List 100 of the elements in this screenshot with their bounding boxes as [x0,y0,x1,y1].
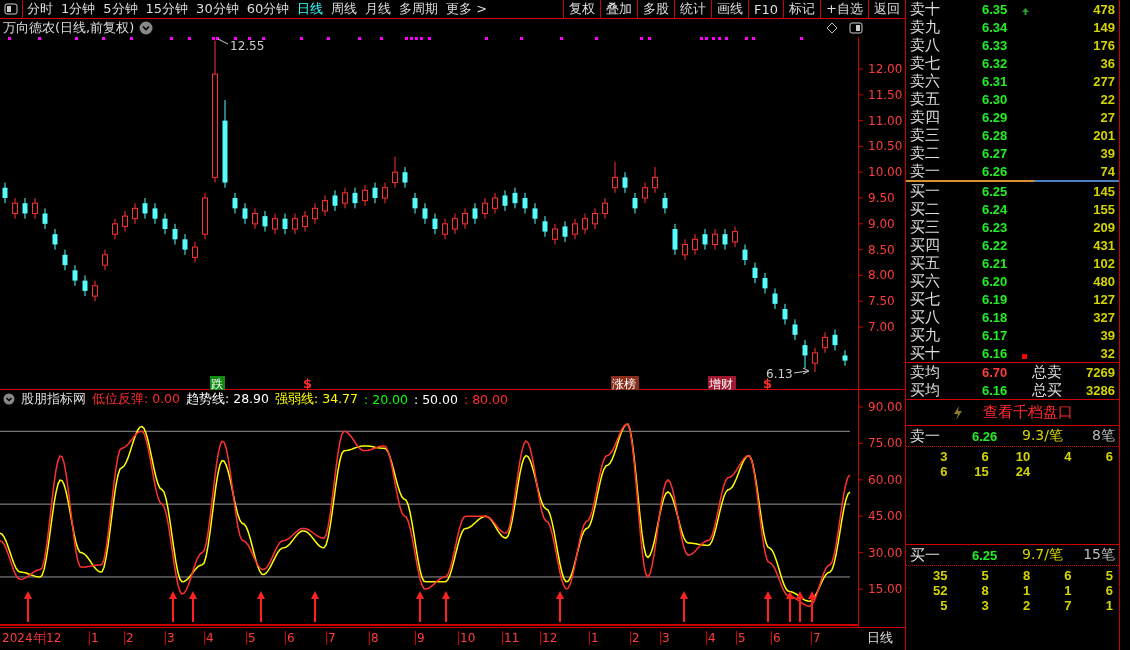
lightning-icon [952,405,963,420]
period-tab[interactable]: 多周期 [395,0,443,18]
period-tab[interactable]: 周线 [327,0,362,18]
candlestick [722,228,728,251]
candlestick [382,182,388,204]
level-label: 买六 [910,272,941,291]
dropdown-icon[interactable] [139,21,154,35]
level-label: 买二 [910,200,941,219]
toolbar-button[interactable]: F10 [748,0,784,18]
candlestick [312,202,318,225]
period-tab[interactable]: 分时 [23,0,57,18]
diamond-icon[interactable] [826,22,838,34]
candlestick [272,213,278,235]
candlestick [232,192,238,215]
candlestick [792,318,798,341]
candlestick [132,202,138,225]
date-label: 2 [630,631,640,645]
order-size: 52 [931,583,948,598]
legend-item: 趋势线: 28.90 [186,390,269,408]
candlestick [632,192,638,215]
level-label: 卖九 [910,18,941,37]
signal-tag: 涨榜 [611,376,639,390]
candlestick [342,187,348,209]
candlestick [62,249,68,271]
candlestick [472,202,478,225]
toolbar-button[interactable]: 叠加 [600,0,638,18]
signal-tag: 跌 [210,376,225,390]
date-label: 3 [165,631,175,645]
order-size: 15 [973,464,989,479]
indicator-axis-label: 75.00 [868,436,903,451]
candlestick [822,331,828,354]
level-label: 卖三 [910,126,941,145]
order-size: 3 [980,598,989,613]
volume-value: 39 [1099,146,1115,161]
candlestick [32,197,38,220]
toolbar-button[interactable]: 标记 [783,0,821,18]
price-value: 6.32 [982,56,1009,71]
candlestick [122,210,128,233]
candlestick [412,192,418,215]
candlestick [172,223,178,245]
candlestick [352,187,358,209]
date-label: 7 [326,631,336,645]
period-tab[interactable]: 60分钟 [242,0,294,18]
candlestick [422,202,428,225]
volume-value: 209 [1092,220,1115,235]
date-label: 5 [736,631,746,645]
dropdown-icon[interactable] [3,393,15,405]
candlestick [492,192,498,215]
date-label: 2 [124,631,134,645]
toolbar-button[interactable]: 多股 [637,0,675,18]
volume-value: 480 [1092,274,1115,289]
candlestick [372,182,378,204]
queue-label: 买一 [910,545,941,565]
candlestick [772,287,778,310]
toolbar-button[interactable]: 返回 [868,0,905,18]
period-tab[interactable]: 月线 [361,0,396,18]
average-order: 9.3/笔 [1022,427,1064,445]
toolbar-button[interactable]: 统计 [674,0,712,18]
candlestick [452,213,458,235]
toolbar-button[interactable]: +自选 [820,0,868,18]
toolbar-button[interactable]: 画线 [711,0,749,18]
average-price: 6.70 [982,365,1009,380]
level-label: 卖八 [910,36,941,55]
candlestick [262,210,268,233]
candlestick [732,225,738,248]
candlestick [242,202,248,225]
queue-price: 6.25 [972,547,999,563]
date-label: 10 [458,631,476,645]
legend-item: 强弱线: 34.77 [275,390,358,408]
level-label: 卖二 [910,144,941,163]
volume-value: 39 [1099,328,1115,343]
period-tab[interactable]: 1分钟 [57,0,100,18]
candlestick [12,197,18,220]
average-price: 6.16 [982,383,1009,398]
period-tab[interactable]: 更多 > [442,0,492,18]
period-tab[interactable]: 15分钟 [141,0,193,18]
depth-button[interactable]: 查看千档盘口 [982,403,1073,422]
price-value: 6.27 [982,146,1009,161]
signal-tag: 增财 [708,376,736,390]
panel-toggle-icon[interactable] [849,22,863,34]
level-label: 买四 [910,236,941,255]
level-label: 买五 [910,254,941,273]
candlestick [52,228,58,251]
period-tab[interactable]: 日线 [293,0,328,18]
toolbar-button[interactable]: 复权 [563,0,601,18]
candlestick [502,189,508,212]
candlestick [582,213,588,235]
order-size: 6 [939,464,948,479]
candlestick [42,207,48,230]
price-value: 6.21 [982,256,1009,271]
candlestick [602,197,608,220]
date-label: 11 [502,631,520,645]
period-tab[interactable]: 30分钟 [192,0,243,18]
candlestick [692,233,698,256]
candlestick [402,166,408,189]
period-tab[interactable]: 5分钟 [99,0,142,18]
candlestick [282,213,288,235]
volume-value: 277 [1092,74,1115,89]
level-label: 卖十 [910,0,941,19]
panel-toggle-icon[interactable] [4,3,18,15]
